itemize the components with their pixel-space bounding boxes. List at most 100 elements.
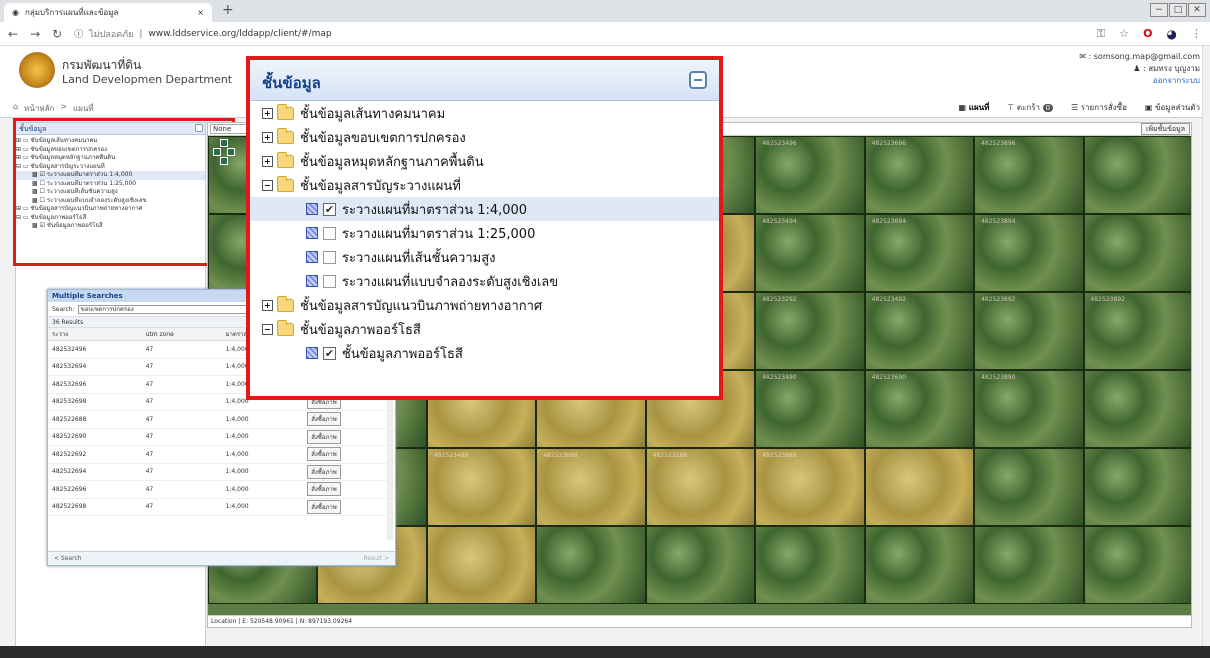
- order-image-button[interactable]: สั่งซื้อภาพ: [307, 482, 341, 497]
- tab-cart[interactable]: ⊤ ตะกร้า 0: [1007, 101, 1054, 114]
- layer-leaf-contour[interactable]: ระวางแผนที่เส้นชั้นความสูง: [250, 245, 719, 269]
- map-tile[interactable]: [974, 526, 1084, 604]
- table-row[interactable]: 482522692 47 1:4,000 สั่งซื้อภาพ: [48, 445, 395, 464]
- map-tile[interactable]: [536, 526, 646, 604]
- table-row[interactable]: 482522698 47 1:4,000 สั่งซื้อภาพ: [48, 498, 395, 516]
- home-icon[interactable]: ⌂: [13, 102, 18, 115]
- map-tile[interactable]: 482523492: [864, 292, 975, 370]
- layer-node-ground-control[interactable]: ชั้นข้อมูลหมุดหลักฐานภาคพื้นดิน: [250, 149, 719, 173]
- star-icon[interactable]: ☆: [1119, 27, 1129, 40]
- pan-right-icon[interactable]: [227, 148, 235, 156]
- order-image-button[interactable]: สั่งซื้อภาพ: [307, 429, 341, 444]
- page-scrollbar[interactable]: [1202, 46, 1210, 646]
- close-window-button[interactable]: ✕: [1188, 3, 1206, 17]
- minimize-button[interactable]: −: [1150, 3, 1168, 17]
- order-image-button[interactable]: สั่งซื้อภาพ: [307, 412, 341, 427]
- opera-icon[interactable]: O: [1143, 27, 1152, 40]
- layer-node-ortho[interactable]: ชั้นข้อมูลภาพออร์โธสี: [250, 317, 719, 341]
- map-tile[interactable]: 482523692: [974, 292, 1084, 370]
- order-image-button[interactable]: สั่งซื้อภาพ: [307, 464, 341, 479]
- map-tile[interactable]: [1083, 370, 1191, 448]
- search-back-link[interactable]: < Search: [54, 555, 82, 562]
- table-row[interactable]: 482522694 47 1:4,000 สั่งซื้อภาพ: [48, 463, 395, 481]
- collapse-icon[interactable]: [689, 71, 707, 89]
- layer-node-admin-boundary[interactable]: ชั้นข้อมูลขอบเขตการปกครอง: [250, 125, 719, 149]
- map-tile[interactable]: 482523292: [755, 292, 865, 370]
- info-icon[interactable]: ⓘ: [74, 27, 83, 40]
- expand-icon[interactable]: [262, 107, 273, 119]
- tab-orders[interactable]: ☰ รายการสั่งซื้อ: [1071, 101, 1127, 114]
- map-tile[interactable]: 482523494: [755, 214, 865, 292]
- map-tile[interactable]: [974, 448, 1084, 526]
- map-tile[interactable]: [864, 448, 975, 526]
- map-tile[interactable]: 482523496: [755, 136, 865, 214]
- collapse-node-icon[interactable]: [262, 179, 273, 191]
- tab-map[interactable]: ▦ แผนที่: [958, 101, 989, 114]
- map-tile[interactable]: 482523288: [645, 448, 756, 526]
- map-tile[interactable]: [645, 526, 756, 604]
- logout-link[interactable]: ออกจากระบบ: [1153, 76, 1200, 85]
- map-tile[interactable]: 482523892: [1083, 292, 1191, 370]
- map-tile[interactable]: 482523688: [536, 448, 646, 526]
- map-tile[interactable]: [1083, 214, 1191, 292]
- map-tile[interactable]: 482523488: [426, 448, 537, 526]
- map-tile[interactable]: [1083, 448, 1191, 526]
- map-tile[interactable]: 482523690: [864, 370, 975, 448]
- map-tile[interactable]: [755, 526, 865, 604]
- map-tile[interactable]: 482523694: [864, 214, 975, 292]
- layer-checkbox[interactable]: [323, 250, 336, 264]
- layer-node-transport[interactable]: ชั้นข้อมูลเส้นทางคมนาคม: [250, 101, 719, 125]
- map-tile[interactable]: 482523890: [974, 370, 1084, 448]
- search-select[interactable]: ขอบเขตการปกครอง: [77, 304, 253, 314]
- pan-left-icon[interactable]: [213, 148, 221, 156]
- map-tile[interactable]: 482523894: [974, 214, 1084, 292]
- tab-close-icon[interactable]: ×: [197, 8, 204, 17]
- layer-node-map-index[interactable]: ชั้นข้อมูลสารบัญระวางแผนที่: [250, 173, 719, 197]
- map-tile[interactable]: 482523896: [974, 136, 1084, 214]
- reload-icon[interactable]: ↻: [52, 27, 62, 41]
- result-next-link[interactable]: Result >: [364, 552, 389, 566]
- pan-down-icon[interactable]: [220, 157, 228, 165]
- add-layer-button[interactable]: เพิ่มชั้นข้อมูล: [1140, 123, 1190, 135]
- layer-checkbox[interactable]: [323, 226, 336, 240]
- pan-up-icon[interactable]: [220, 139, 228, 147]
- map-tile[interactable]: [426, 526, 537, 604]
- pan-control[interactable]: [213, 139, 235, 167]
- column-header[interactable]: ระวาง: [48, 328, 142, 341]
- layer-leaf-scale-25000[interactable]: ระวางแผนที่มาตราส่วน 1:25,000: [250, 221, 719, 245]
- key-icon[interactable]: ⚿: [1097, 27, 1105, 41]
- layer-checkbox[interactable]: ✔: [323, 346, 336, 360]
- map-tile[interactable]: 482523490: [755, 370, 865, 448]
- collapse-node-icon[interactable]: [262, 323, 273, 335]
- layer-leaf-scale-4000[interactable]: ✔ ระวางแผนที่มาตราส่วน 1:4,000: [250, 197, 719, 221]
- layer-leaf-ortho[interactable]: ✔ ชั้นข้อมูลภาพออร์โธสี: [250, 341, 719, 365]
- table-row[interactable]: 482522696 47 1:4,000 สั่งซื้อภาพ: [48, 480, 395, 499]
- map-tile[interactable]: [1083, 526, 1191, 604]
- tab-profile[interactable]: ▣ ข้อมูลส่วนตัว: [1145, 101, 1200, 114]
- layer-node-flight-lines[interactable]: ชั้นข้อมูลสารบัญแนวบินภาพถ่ายทางอากาศ: [250, 293, 719, 317]
- layer-leaf-dem[interactable]: ระวางแผนที่แบบจำลองระดับสูงเชิงเลข: [250, 269, 719, 293]
- table-row[interactable]: 482522690 47 1:4,000 สั่งซื้อภาพ: [48, 428, 395, 446]
- maximize-button[interactable]: □: [1169, 3, 1187, 17]
- url-field[interactable]: ⓘ ไม่ปลอดภัย | www.lddservice.org/lddapp…: [74, 27, 1085, 41]
- map-tile[interactable]: [864, 526, 975, 604]
- forward-icon[interactable]: →: [30, 27, 40, 41]
- layer-checkbox[interactable]: ✔: [323, 202, 336, 216]
- profile-icon[interactable]: ◕: [1167, 27, 1177, 41]
- expand-icon[interactable]: [262, 299, 273, 311]
- column-header[interactable]: utm zone: [141, 328, 222, 341]
- expand-icon[interactable]: [262, 131, 273, 143]
- table-row[interactable]: 482522688 47 1:4,000 สั่งซื้อภาพ: [48, 410, 395, 429]
- browser-tab[interactable]: ◉ กลุ่มบริการแผนที่และข้อมูล ×: [4, 3, 212, 22]
- back-icon[interactable]: ←: [8, 27, 18, 41]
- order-image-button[interactable]: สั่งซื้อภาพ: [307, 447, 341, 462]
- map-tile[interactable]: [1083, 136, 1191, 214]
- menu-icon[interactable]: ⋮: [1191, 27, 1202, 40]
- map-tile[interactable]: 482523696: [864, 136, 975, 214]
- expand-icon[interactable]: [262, 155, 273, 167]
- map-tile[interactable]: 482523888: [755, 448, 865, 526]
- layer-checkbox[interactable]: [323, 274, 336, 288]
- breadcrumb-home[interactable]: หน้าหลัก: [24, 102, 54, 115]
- new-tab-button[interactable]: +: [222, 2, 234, 18]
- order-image-button[interactable]: สั่งซื้อภาพ: [307, 499, 341, 514]
